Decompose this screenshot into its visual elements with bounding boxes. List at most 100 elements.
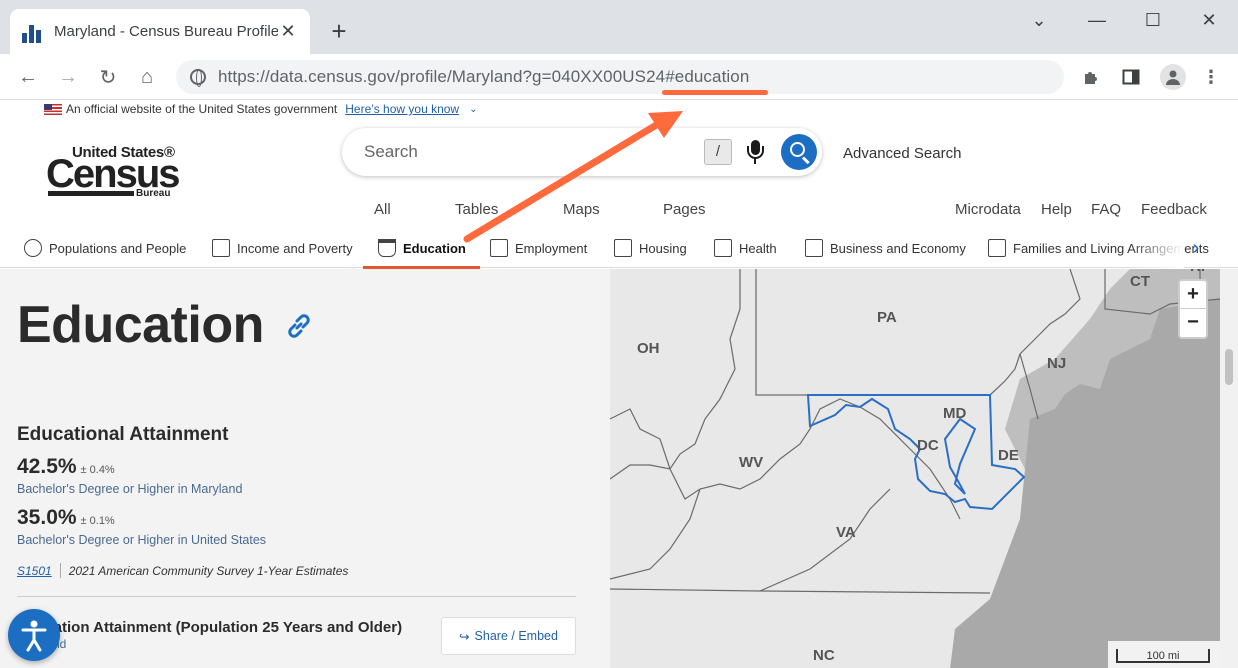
search-input[interactable]: [364, 139, 694, 165]
topic-employment[interactable]: Employment: [490, 228, 587, 268]
gov-banner-text: An official website of the United States…: [66, 102, 338, 116]
topic-nav-fade: [1130, 228, 1184, 268]
source-line: S1501 2021 American Community Survey 1-Y…: [17, 563, 348, 578]
stat-moe: ± 0.4%: [80, 464, 115, 476]
map-label-va: VA: [836, 524, 856, 541]
microphone-icon[interactable]: [746, 140, 764, 166]
subnav-tables[interactable]: Tables: [455, 201, 498, 218]
education-panel: Education Educational Attainment 42.5% ± …: [0, 269, 610, 668]
stat-value: 42.5%: [17, 455, 77, 478]
zoom-out-button[interactable]: −: [1180, 309, 1206, 337]
topic-label: Employment: [515, 240, 588, 256]
browser-tab[interactable]: Maryland - Census Bureau Profile ✕: [10, 9, 310, 54]
divider: [17, 596, 576, 597]
stat-maryland-label: Bachelor's Degree or Higher in Maryland: [17, 482, 243, 496]
accessibility-button[interactable]: [8, 609, 60, 661]
tab-title: Maryland - Census Bureau Profile: [54, 23, 278, 40]
chevron-down-icon[interactable]: ⌄: [469, 104, 477, 115]
slash-shortcut-key: /: [704, 139, 732, 165]
site-info-icon[interactable]: [190, 69, 206, 87]
source-divider: [59, 563, 61, 578]
subnav-pages[interactable]: Pages: [663, 201, 706, 218]
share-label: Share / Embed: [474, 629, 558, 643]
address-url[interactable]: https://data.census.gov/profile/Maryland…: [218, 67, 749, 87]
topic-label: Housing: [639, 240, 687, 256]
source-table-link[interactable]: S1501: [17, 564, 52, 578]
topic-label: Income and Poverty: [237, 240, 353, 256]
map-canvas: PA OH NJ CT RI MD DC DE WV VA NC: [610, 269, 1220, 668]
logo-bureau: Bureau: [136, 188, 171, 199]
search-button[interactable]: [781, 134, 817, 170]
gov-banner: An official website of the United States…: [44, 102, 478, 116]
topic-health[interactable]: Health: [714, 228, 777, 268]
browser-tabstrip: Maryland - Census Bureau Profile ✕ + ⌄ —…: [0, 0, 1238, 54]
map-label-oh: OH: [637, 340, 660, 357]
forward-button[interactable]: →: [52, 62, 84, 92]
topic-label: Business and Economy: [830, 240, 966, 256]
minimize-button[interactable]: —: [1068, 0, 1126, 40]
census-logo[interactable]: United States® Census Bureau: [44, 144, 184, 200]
back-button[interactable]: ←: [12, 62, 44, 92]
building-icon: [805, 239, 823, 257]
profile-icon[interactable]: [1160, 64, 1186, 90]
map-label-md: MD: [943, 405, 966, 422]
search-box: /: [342, 128, 822, 176]
new-tab-button[interactable]: +: [322, 14, 356, 48]
topic-business[interactable]: Business and Economy: [805, 228, 966, 268]
home-button[interactable]: ⌂: [131, 62, 163, 92]
browser-menu-icon[interactable]: ⋮: [1200, 66, 1222, 88]
subnav-maps[interactable]: Maps: [563, 201, 600, 218]
section-title: Educational Attainment: [17, 424, 229, 445]
subnav-feedback[interactable]: Feedback: [1141, 201, 1207, 218]
map-label-pa: PA: [877, 309, 897, 326]
map-label-wv: WV: [739, 454, 763, 471]
map-label-nc: NC: [813, 647, 835, 664]
scrollbar-thumb[interactable]: [1225, 349, 1233, 385]
map-label-de: DE: [998, 447, 1019, 464]
share-icon: ↪: [459, 629, 470, 644]
scale-label: 100 mi: [1116, 649, 1210, 663]
page-scrollbar[interactable]: [1220, 269, 1238, 668]
map-label-dc: DC: [917, 437, 939, 454]
advanced-search-link[interactable]: Advanced Search: [843, 145, 961, 162]
census-favicon-icon: [22, 21, 44, 43]
heres-how-link[interactable]: Here’s how you know: [345, 102, 459, 116]
tab-search-icon[interactable]: ⌄: [1010, 0, 1068, 40]
stat-value: 35.0%: [17, 506, 77, 529]
subsection-title: Education Attainment (Population 25 Year…: [17, 619, 403, 636]
close-window-button[interactable]: ✕: [1180, 0, 1238, 40]
logo-bar: [48, 191, 134, 196]
map-label-ri: RI: [1190, 269, 1205, 275]
source-text: 2021 American Community Survey 1-Year Es…: [68, 563, 349, 578]
us-flag-icon: [44, 103, 62, 115]
map-zoom-control: + −: [1178, 279, 1208, 339]
topic-income[interactable]: Income and Poverty: [212, 228, 353, 268]
topic-populations[interactable]: Populations and People: [24, 228, 186, 268]
chevron-right-icon[interactable]: ›: [1186, 228, 1206, 268]
link-icon[interactable]: [284, 311, 314, 341]
maximize-button[interactable]: ☐: [1124, 0, 1182, 40]
address-bar[interactable]: https://data.census.gov/profile/Maryland…: [176, 60, 1064, 94]
reload-button[interactable]: ↻: [92, 62, 124, 92]
topic-housing[interactable]: Housing: [614, 228, 687, 268]
tab-close-icon[interactable]: ✕: [278, 21, 298, 42]
subnav-all[interactable]: All: [374, 201, 391, 218]
search-icon: [790, 142, 805, 157]
subnav-faq[interactable]: FAQ: [1091, 201, 1121, 218]
side-panel-icon[interactable]: [1120, 66, 1142, 88]
subnav-microdata[interactable]: Microdata: [955, 201, 1021, 218]
people-icon: [24, 239, 42, 257]
subnav-help[interactable]: Help: [1041, 201, 1072, 218]
stat-us-label: Bachelor's Degree or Higher in United St…: [17, 533, 267, 547]
topic-nav: Populations and People Income and Povert…: [0, 228, 1238, 269]
puzzle-icon[interactable]: [1080, 66, 1102, 88]
medical-kit-icon: [714, 239, 732, 257]
browser-toolbar: ← → ↻ ⌂ https://data.census.gov/profile/…: [0, 54, 1238, 100]
topic-education[interactable]: Education: [363, 228, 480, 269]
map-label-ct: CT: [1130, 273, 1150, 290]
zoom-in-button[interactable]: +: [1180, 281, 1206, 309]
share-embed-button[interactable]: ↪ Share / Embed: [441, 617, 576, 655]
accessibility-icon: [21, 620, 47, 652]
map-panel[interactable]: PA OH NJ CT RI MD DC DE WV VA NC + − 100…: [610, 269, 1220, 668]
topic-label: Education: [403, 240, 466, 256]
